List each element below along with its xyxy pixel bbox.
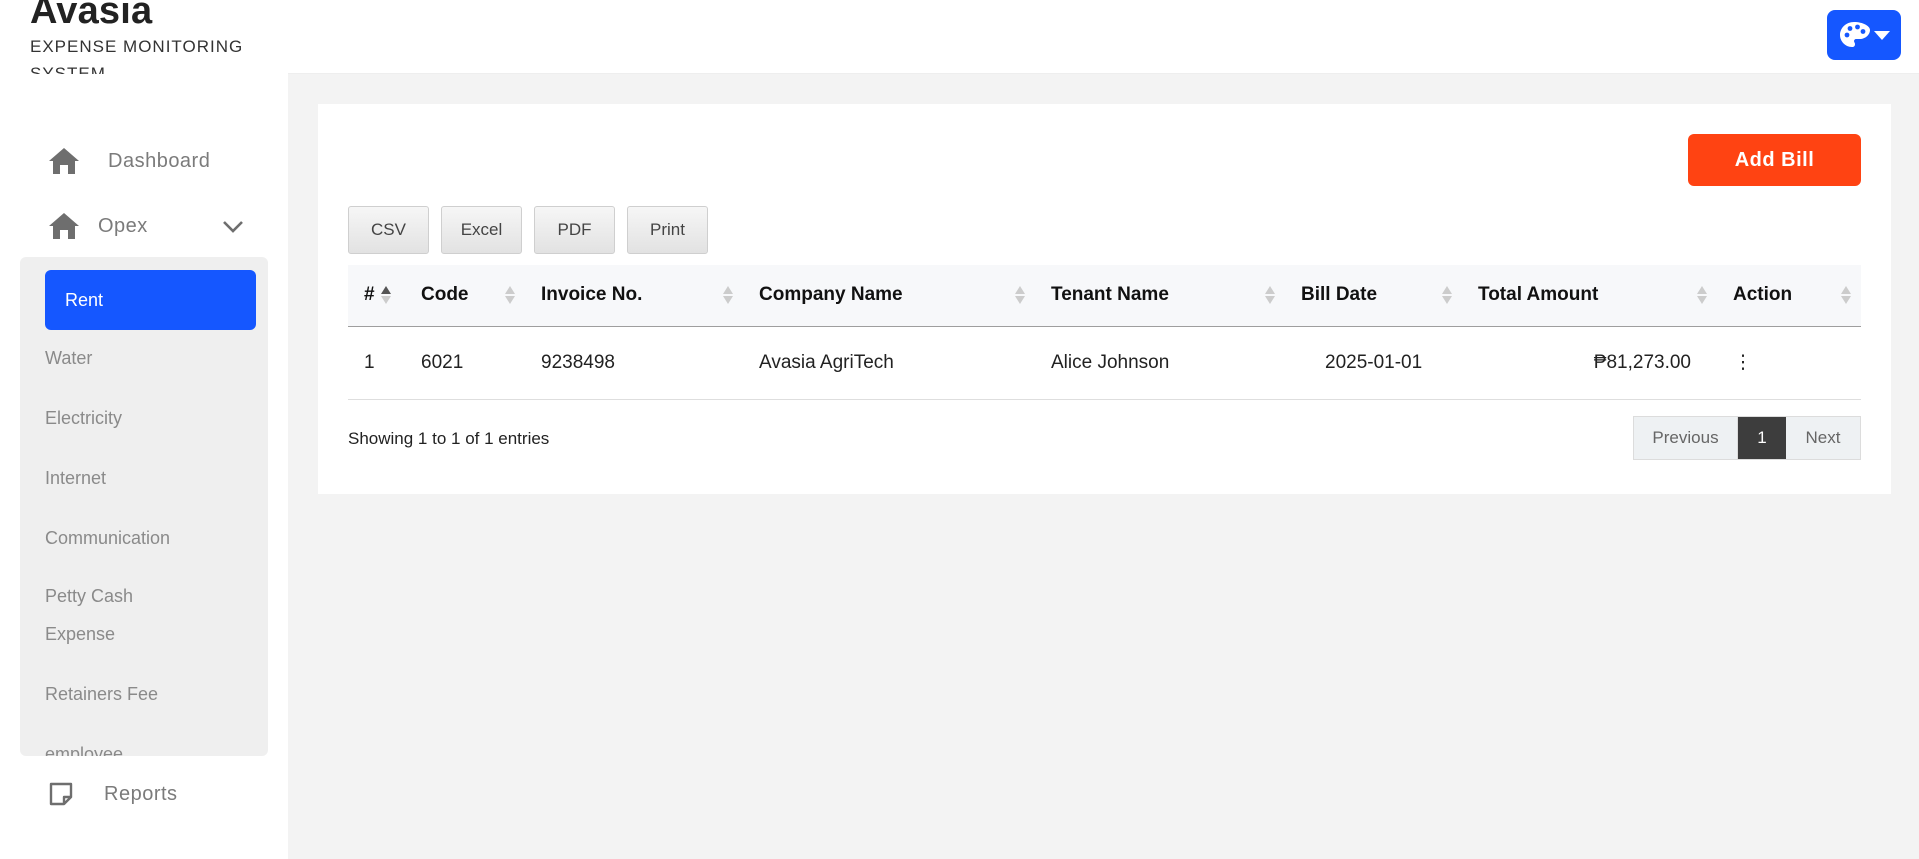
sidebar-item-label: Opex	[98, 214, 148, 237]
submenu-item-internet[interactable]: Internet	[45, 459, 106, 497]
sort-icon	[1841, 286, 1851, 305]
column-header-bill-date[interactable]: Bill Date	[1285, 265, 1462, 326]
sort-icon	[1442, 286, 1452, 305]
pdf-button[interactable]: PDF	[534, 206, 615, 254]
cell-action: ⋮	[1717, 326, 1861, 399]
table-row: 1 6021 9238498 Avasia AgriTech Alice Joh…	[348, 326, 1861, 399]
sidebar-item-label: Dashboard	[108, 149, 211, 172]
sort-icon	[1265, 286, 1275, 305]
column-header-invoice-no[interactable]: Invoice No.	[525, 265, 743, 326]
cell-invoice-no: 9238498	[541, 351, 615, 373]
sidebar-item-dashboard[interactable]: Dashboard	[48, 147, 210, 175]
submenu-item-communication[interactable]: Communication	[45, 519, 170, 557]
page-1-button[interactable]: 1	[1738, 417, 1786, 459]
column-header-code[interactable]: Code	[405, 265, 525, 326]
export-buttons: CSV Excel PDF Print	[348, 206, 708, 254]
add-bill-button[interactable]: Add Bill	[1688, 134, 1861, 186]
excel-button[interactable]: Excel	[441, 206, 522, 254]
submenu-item-electricity[interactable]: Electricity	[45, 399, 122, 437]
cell-tenant-name: Alice Johnson	[1051, 351, 1170, 373]
submenu-item-petty-cash-expense[interactable]: Petty Cash Expense	[45, 577, 175, 653]
bills-card: Add Bill CSV Excel PDF Print # Code Invo…	[318, 104, 1891, 494]
brand-title: Avasia	[30, 0, 153, 32]
sticky-note-icon	[49, 782, 73, 806]
cell-company-name: Avasia AgriTech	[759, 351, 894, 373]
pagination: Previous 1 Next	[1633, 416, 1861, 460]
submenu-item-rent[interactable]: Rent	[45, 270, 256, 330]
table-header-row: # Code Invoice No. Company Name Tenant N…	[348, 265, 1861, 326]
submenu-item-label: Rent	[65, 289, 104, 310]
submenu-item-employee[interactable]: employee	[45, 735, 123, 756]
column-header-index[interactable]: #	[348, 265, 405, 326]
sort-icon	[1697, 286, 1707, 305]
cell-code: 6021	[421, 351, 464, 373]
next-page-button[interactable]: Next	[1786, 417, 1860, 459]
cell-total-amount: ₱81,273.00	[1593, 351, 1691, 373]
more-actions-icon[interactable]: ⋮	[1733, 351, 1753, 374]
table-info: Showing 1 to 1 of 1 entries	[348, 429, 550, 448]
sort-icon	[723, 286, 733, 305]
sort-icon	[1015, 286, 1025, 305]
home-icon	[49, 148, 79, 174]
bills-table: # Code Invoice No. Company Name Tenant N…	[348, 265, 1861, 400]
sort-asc-icon	[381, 286, 391, 305]
sidebar: Dashboard Opex Rent Water Electricity In…	[0, 74, 288, 859]
cell-index: 1	[364, 351, 375, 373]
sidebar-item-opex[interactable]: Opex	[48, 212, 148, 240]
submenu-item-retainers-fee[interactable]: Retainers Fee	[45, 675, 158, 713]
column-header-company-name[interactable]: Company Name	[743, 265, 1035, 326]
submenu-item-water[interactable]: Water	[45, 339, 92, 377]
home-icon	[49, 213, 79, 239]
sort-icon	[505, 286, 515, 305]
opex-submenu: Rent Water Electricity Internet Communic…	[20, 257, 268, 756]
column-header-tenant-name[interactable]: Tenant Name	[1035, 265, 1285, 326]
csv-button[interactable]: CSV	[348, 206, 429, 254]
palette-icon	[1840, 22, 1870, 47]
cell-bill-date: 2025-01-01	[1325, 351, 1423, 373]
brand: Avasia EXPENSE MONITORING SYSTEM	[0, 0, 288, 83]
sidebar-item-reports[interactable]: Reports	[48, 782, 178, 806]
column-header-action[interactable]: Action	[1717, 265, 1861, 326]
previous-page-button[interactable]: Previous	[1634, 417, 1738, 459]
caret-down-icon	[1874, 31, 1890, 40]
top-bar	[288, 0, 1919, 74]
column-header-total-amount[interactable]: Total Amount	[1462, 265, 1717, 326]
chevron-down-icon[interactable]	[222, 220, 244, 234]
print-button[interactable]: Print	[627, 206, 708, 254]
theme-switcher-button[interactable]	[1827, 10, 1901, 60]
sidebar-item-label: Reports	[104, 782, 178, 805]
